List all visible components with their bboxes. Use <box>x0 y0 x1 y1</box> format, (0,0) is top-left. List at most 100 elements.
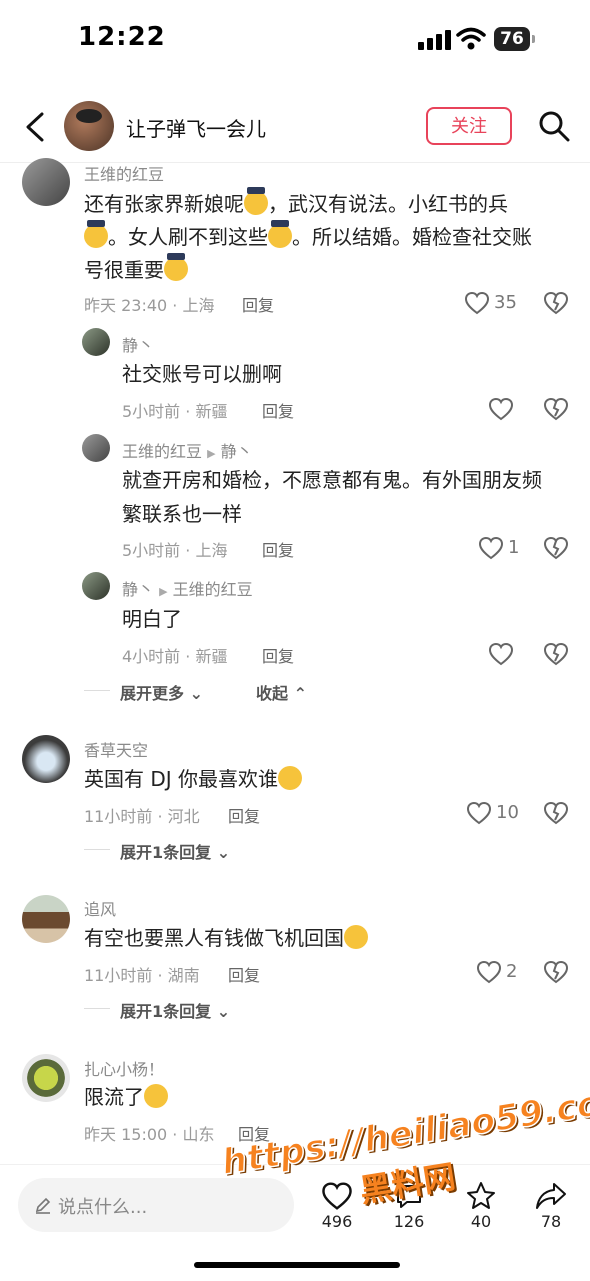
collapse-button[interactable]: 收起 ⌃ <box>256 680 307 704</box>
avatar[interactable] <box>82 572 110 600</box>
reply-text: 就查开房和婚检，不愿意都有鬼。有外国朋友频 <box>122 468 542 492</box>
police-emoji-icon <box>84 220 108 248</box>
chevron-down-icon: ⌄ <box>216 1002 231 1021</box>
comment-text-part: 。所以结婚。婚检查社交账 <box>292 225 532 249</box>
comment-time-location: 11小时前 · 河北 <box>84 807 200 826</box>
expand-replies-label: 展开1条回复 <box>120 843 212 862</box>
reply-author-line: 王维的红豆 ▶ 静丶 <box>122 438 253 462</box>
comment-text-part: 。女人刷不到这些 <box>108 225 268 249</box>
like-count: 2 <box>506 961 518 982</box>
like-count: 10 <box>496 802 519 823</box>
like-count: 1 <box>508 537 520 558</box>
expand-replies-button[interactable]: 展开1条回复 ⌄ <box>120 998 230 1022</box>
avatar[interactable] <box>22 735 70 783</box>
heart-icon <box>476 960 502 984</box>
heart-icon[interactable] <box>488 396 514 422</box>
avatar[interactable] <box>22 895 70 943</box>
expand-more-button[interactable]: 展开更多 ⌄ <box>120 680 203 704</box>
avatar[interactable] <box>22 158 70 206</box>
reply-text: 繁联系也一样 <box>122 502 242 526</box>
comment-text: 英国有 DJ 你最喜欢谁 <box>84 763 303 796</box>
home-indicator <box>194 1262 400 1268</box>
comment-time-location: 昨天 23:40 · 上海 <box>84 296 215 315</box>
reply-to-arrow-icon: ▶ <box>207 447 216 460</box>
collapse-label: 收起 <box>256 684 289 703</box>
comment-author[interactable]: 王维的红豆 <box>84 161 164 185</box>
divider <box>84 690 110 691</box>
police-emoji-icon <box>164 253 188 281</box>
cellular-signal-icon <box>418 30 451 50</box>
comment-text: 还有张家界新娘呢 ，武汉有说法。小红书的兵 。女人刷不到这些 。所以结婚。婚检查社交… <box>84 187 564 287</box>
avatar[interactable] <box>82 434 110 462</box>
comment-author[interactable]: 香草天空 <box>84 737 148 761</box>
reply-button[interactable]: 回复 <box>242 292 274 316</box>
expand-replies-button[interactable]: 展开1条回复 ⌄ <box>120 839 230 863</box>
battery-level: 76 <box>494 27 530 51</box>
share-count: 78 <box>540 1212 562 1231</box>
reply-to-author[interactable]: 王维的红豆 <box>173 580 253 599</box>
reply-author[interactable]: 静丶 <box>122 332 154 356</box>
reply-button[interactable]: 回复 <box>262 643 294 667</box>
divider <box>84 849 110 850</box>
reply-time-location: 4小时前 · 新疆 <box>122 647 228 666</box>
like-button[interactable]: 1 <box>478 535 528 561</box>
like-button[interactable]: 2 <box>476 959 526 985</box>
expand-replies-label: 展开1条回复 <box>120 1002 212 1021</box>
chevron-down-icon: ⌄ <box>189 684 203 703</box>
reply-button[interactable]: 回复 <box>228 962 260 986</box>
comment-author[interactable]: 扎心小杨！ <box>84 1056 164 1080</box>
reply-button[interactable]: 回复 <box>262 537 294 561</box>
dislike-icon[interactable] <box>543 641 569 667</box>
like-button[interactable]: 35 <box>464 290 524 316</box>
author-avatar[interactable] <box>64 101 114 151</box>
chevron-down-icon: ⌄ <box>216 843 231 862</box>
wifi-icon <box>456 27 486 50</box>
like-button[interactable]: 10 <box>466 800 526 826</box>
collect-count: 40 <box>470 1212 492 1231</box>
comment-author[interactable]: 追风 <box>84 896 116 920</box>
heart-icon[interactable] <box>488 641 514 667</box>
comment-time-location: 昨天 15:00 · 山东 <box>84 1125 215 1144</box>
comment-text-part: 有空也要黑人有钱做飞机回国 <box>84 926 344 950</box>
comment-text: 有空也要黑人有钱做飞机回国 <box>84 922 368 955</box>
divider <box>84 1008 110 1009</box>
comment-count: 126 <box>393 1212 425 1231</box>
back-arrow-icon[interactable] <box>22 112 48 142</box>
author-name[interactable]: 让子弹飞一会儿 <box>126 113 266 142</box>
comment-input-placeholder[interactable]: 说点什么... <box>58 1193 147 1219</box>
reply-author[interactable]: 静丶 <box>122 580 154 599</box>
status-time: 12:22 <box>78 22 166 52</box>
grin-emoji-icon <box>278 766 303 790</box>
avatar[interactable] <box>82 328 110 356</box>
follow-button[interactable]: 关注 <box>426 107 512 145</box>
dislike-icon[interactable] <box>543 535 569 561</box>
dislike-icon[interactable] <box>543 959 569 985</box>
like-post-count: 496 <box>321 1212 353 1231</box>
reply-time-location: 5小时前 · 新疆 <box>122 402 228 421</box>
search-icon[interactable] <box>538 110 570 142</box>
police-emoji-icon <box>244 187 268 215</box>
comment-text-part: 限流了 <box>84 1085 144 1109</box>
reply-button[interactable]: 回复 <box>228 803 260 827</box>
dislike-icon[interactable] <box>543 800 569 826</box>
chevron-up-icon: ⌃ <box>293 684 307 703</box>
reply-to-arrow-icon: ▶ <box>159 585 168 598</box>
dislike-icon[interactable] <box>543 396 569 422</box>
reply-text: 明白了 <box>122 607 182 631</box>
reply-author[interactable]: 王维的红豆 <box>122 442 202 461</box>
share-icon <box>536 1183 566 1209</box>
reply-author-line: 静丶 ▶ 王维的红豆 <box>122 576 253 600</box>
share-button[interactable]: 78 <box>526 1180 576 1231</box>
comment-time-location: 11小时前 · 湖南 <box>84 966 200 985</box>
dislike-icon[interactable] <box>543 290 569 316</box>
reply-to-author[interactable]: 静丶 <box>221 442 253 461</box>
smirk-emoji-icon <box>344 925 368 949</box>
expand-more-label: 展开更多 <box>120 684 185 703</box>
laugh-cry-emoji-icon <box>144 1084 168 1108</box>
avatar[interactable] <box>22 1054 70 1102</box>
comment-text: 限流了 <box>84 1081 168 1114</box>
reply-button[interactable]: 回复 <box>262 398 294 422</box>
heart-icon <box>464 291 490 315</box>
battery-icon: 76 <box>494 27 538 51</box>
pen-icon <box>35 1197 51 1214</box>
